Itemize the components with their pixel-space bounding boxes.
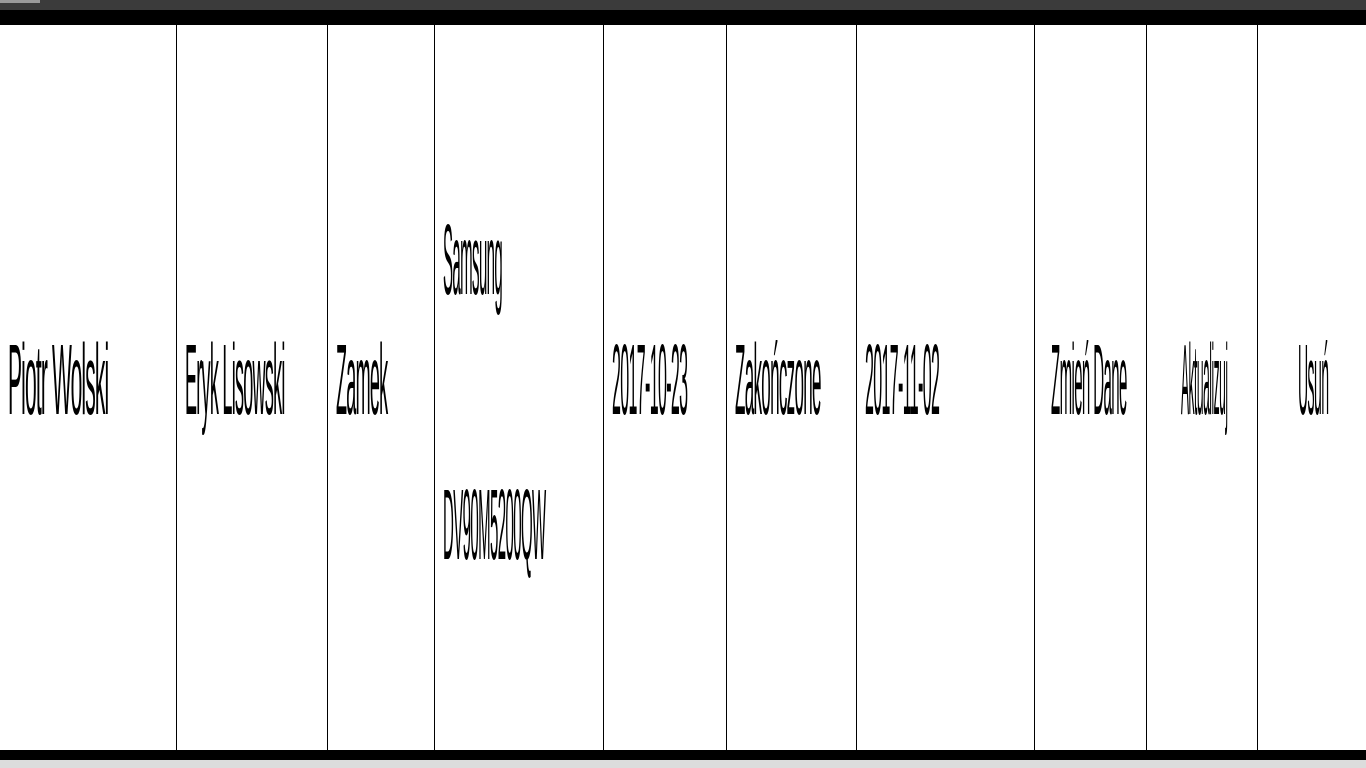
cell-date-completed: 2017-11-02 [857,25,1035,750]
status-text: Zakończone [735,324,821,436]
update-link[interactable]: Aktualizuj [1181,315,1229,445]
cell-date-received: 2017-10-23 [604,25,727,750]
device-serial: DV90M5200QW [443,469,546,581]
cell-action-update: Aktualizuj [1147,25,1258,750]
edit-data-link[interactable]: Zmień Dane [1051,315,1127,445]
table-row: Piotr Wolski Eryk Lisowski Zamek Samsung… [0,25,1366,750]
table-footer-strip [0,750,1366,760]
cell-action-delete: Usuń [1258,25,1366,750]
date-received: 2017-10-23 [612,324,688,436]
cell-client: Eryk Lisowski [177,25,328,750]
device-info: Samsung DV90M5200QW [443,195,546,590]
table-header-strip [0,10,1366,25]
cell-status: Zakończone [727,25,857,750]
cell-action-edit: Zmień Dane [1035,25,1147,750]
delete-link[interactable]: Usuń [1298,315,1354,445]
cell-type: Zamek [328,25,435,750]
horizontal-scrollbar[interactable] [0,760,1366,768]
window-top-bar [0,0,1366,10]
window-top-accent [0,0,40,3]
date-completed: 2017-11-02 [865,324,940,436]
device-brand: Samsung [443,204,503,316]
cell-device: Samsung DV90M5200QW [435,25,604,750]
client-name: Eryk Lisowski [185,324,285,436]
cell-employee: Piotr Wolski [0,25,177,750]
employee-name: Piotr Wolski [8,324,109,436]
repair-type: Zamek [336,324,388,436]
